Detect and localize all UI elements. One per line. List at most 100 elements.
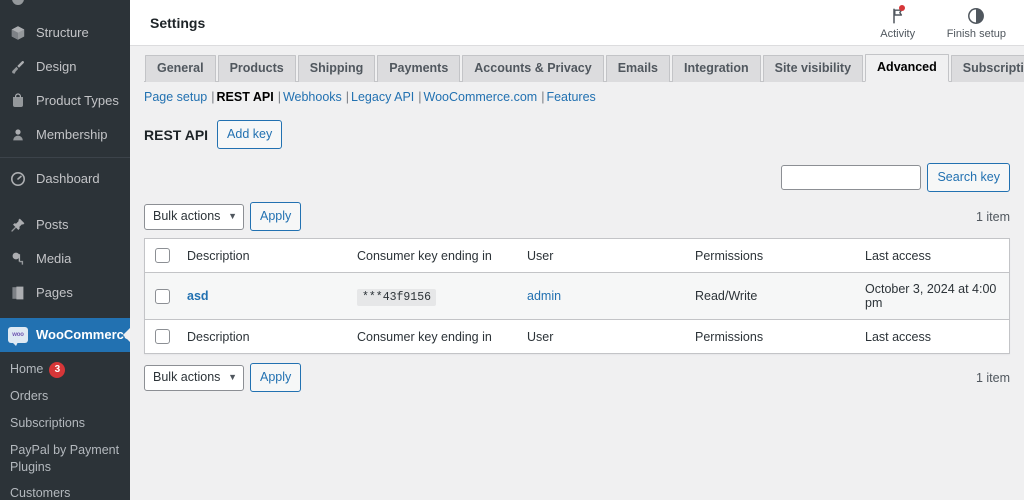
half-circle-icon	[967, 6, 985, 26]
woo-icon: woo	[8, 325, 28, 346]
tab-integration[interactable]: Integration	[672, 55, 761, 82]
activity-label: Activity	[880, 27, 916, 40]
tablenav-bottom: Bulk actions ▼ Apply 1 item	[130, 354, 1024, 399]
person-icon	[8, 125, 28, 145]
woocommerce-header: Settings Activity Finish setup	[130, 0, 1024, 46]
tab-payments[interactable]: Payments	[377, 55, 461, 82]
admin-screen: Structure Design Product Types Membershi…	[0, 0, 1024, 500]
sidebar-item-label: Design	[36, 59, 77, 75]
cell-last-access: October 3, 2024 at 4:00 pm	[865, 282, 997, 311]
tf-last-access[interactable]: Last access	[857, 320, 1009, 354]
sidebar-item-label: Dashboard	[36, 171, 100, 187]
select-all-checkbox-bottom[interactable]	[155, 329, 170, 345]
bulk-actions-select-top[interactable]: Bulk actions	[144, 203, 244, 230]
finish-setup-label: Finish setup	[946, 27, 1006, 40]
cell-description: asd	[179, 273, 349, 320]
row-select-cell	[145, 273, 179, 320]
select-all-checkbox-top[interactable]	[155, 248, 170, 264]
search-input[interactable]	[781, 165, 922, 190]
apply-button-top[interactable]: Apply	[250, 202, 302, 231]
key-description-link[interactable]: asd	[187, 289, 209, 303]
bag-icon	[8, 91, 28, 111]
finish-setup-button[interactable]: Finish setup	[947, 6, 1006, 40]
sidebar-divider	[0, 157, 130, 158]
subnav-rest-api[interactable]: REST API	[217, 90, 274, 104]
sidebar-subitem-home[interactable]: Home 3	[0, 356, 130, 383]
th-last-access[interactable]: Last access	[857, 239, 1009, 273]
sidebar-subitem-paypal[interactable]: PayPal by Payment Plugins	[0, 437, 130, 481]
bulk-actions-select-bottom[interactable]: Bulk actions	[144, 364, 244, 391]
consumer-key-value: ***43f9156	[357, 288, 437, 306]
sidebar-item-pages[interactable]: Pages	[0, 276, 130, 310]
page-title: Settings	[150, 14, 206, 31]
sidebar-item-label: Structure	[36, 25, 89, 41]
tab-general[interactable]: General	[145, 55, 216, 82]
sidebar-item-design[interactable]: Design	[0, 50, 130, 84]
bulk-actions-select-wrap-bottom: Bulk actions ▼	[144, 364, 244, 391]
tab-shipping[interactable]: Shipping	[297, 55, 376, 82]
table-body: asd ***43f9156 admin Read/Write October …	[145, 272, 1009, 320]
tab-subscriptions[interactable]: Subscriptions	[950, 55, 1024, 82]
item-count-bottom: 1 item	[975, 370, 1010, 385]
row-checkbox[interactable]	[155, 288, 170, 304]
cell-permissions: Read/Write	[695, 289, 758, 304]
item-count-top: 1 item	[975, 209, 1010, 224]
flag-icon	[889, 4, 907, 26]
home-count-badge: 3	[49, 361, 66, 378]
tab-advanced[interactable]: Advanced	[865, 54, 949, 82]
tab-accounts-privacy[interactable]: Accounts & Privacy	[462, 55, 604, 82]
settings-tabs: General Products Shipping Payments Accou…	[144, 54, 1024, 82]
tab-site-visibility[interactable]: Site visibility	[762, 55, 864, 82]
settings-tabs-wrap: General Products Shipping Payments Accou…	[130, 46, 1024, 82]
subnav-webhooks[interactable]: Webhooks	[283, 90, 342, 104]
bulk-actions-select-wrap: Bulk actions ▼	[144, 203, 244, 230]
subnav-woocommerce-com[interactable]: WooCommerce.com	[424, 90, 538, 104]
th-user: User	[527, 248, 554, 263]
sidebar-item-label: Media	[36, 251, 72, 267]
th-description[interactable]: Description	[179, 239, 349, 273]
cube-icon	[8, 23, 28, 43]
subnav-features[interactable]: Features	[546, 90, 595, 104]
select-all-footer	[145, 320, 179, 354]
tab-products[interactable]: Products	[217, 55, 296, 82]
subnav: Page setup | REST API | Webhooks | Legacy API |…	[144, 90, 596, 104]
sidebar-subitem-orders[interactable]: Orders	[0, 383, 130, 410]
sidebar-top-group: Structure Design Product Types Membershi…	[0, 0, 130, 500]
sidebar-item-media[interactable]: Media	[0, 242, 130, 276]
sidebar-item-dashboard[interactable]: Dashboard	[0, 162, 130, 196]
activity-button[interactable]: Activity	[871, 4, 925, 40]
sidebar-subitem-customers[interactable]: Customers	[0, 480, 130, 500]
generic-icon	[8, 0, 28, 9]
th-permissions: Permissions	[695, 248, 764, 263]
th-consumer-key: Consumer key ending in	[357, 248, 492, 263]
tf-consumer-key: Consumer key ending in	[357, 329, 492, 344]
sidebar-item-structure[interactable]: Structure	[0, 16, 130, 50]
api-keys-table: Description Consumer key ending in User …	[145, 239, 1009, 353]
sidebar-subitem-subscriptions[interactable]: Subscriptions	[0, 410, 130, 437]
sidebar-item-product-types[interactable]: Product Types	[0, 84, 130, 118]
user-link[interactable]: admin	[527, 289, 561, 303]
search-bar: Search key	[130, 149, 1024, 192]
tf-description[interactable]: Description	[179, 320, 349, 354]
sidebar-item-label: Pages	[36, 285, 73, 301]
sidebar-item-label: Membership	[36, 127, 108, 143]
subnav-legacy-api[interactable]: Legacy API	[351, 90, 414, 104]
select-all-header	[145, 239, 179, 273]
table-foot: Description Consumer key ending in User …	[145, 319, 1009, 354]
notification-dot	[898, 4, 905, 11]
sidebar-item-posts[interactable]: Posts	[0, 208, 130, 242]
subnav-page-setup[interactable]: Page setup	[144, 90, 207, 104]
add-key-button[interactable]: Add key	[217, 120, 283, 149]
table-row: asd ***43f9156 admin Read/Write October …	[145, 272, 1009, 320]
sidebar-item-membership[interactable]: Membership	[0, 118, 130, 152]
sidebar-item-woocommerce[interactable]: woo WooCommerce	[0, 318, 130, 352]
sidebar-item-label: WooCommerce	[36, 327, 130, 343]
pin-icon	[8, 215, 28, 235]
tab-emails[interactable]: Emails	[605, 55, 671, 82]
search-key-button[interactable]: Search key	[927, 163, 1010, 192]
media-icon	[8, 249, 28, 269]
apply-button-bottom[interactable]: Apply	[250, 363, 302, 393]
sidebar-item-partial-above[interactable]	[0, 0, 130, 16]
page-head: REST API Add key	[130, 104, 1024, 149]
